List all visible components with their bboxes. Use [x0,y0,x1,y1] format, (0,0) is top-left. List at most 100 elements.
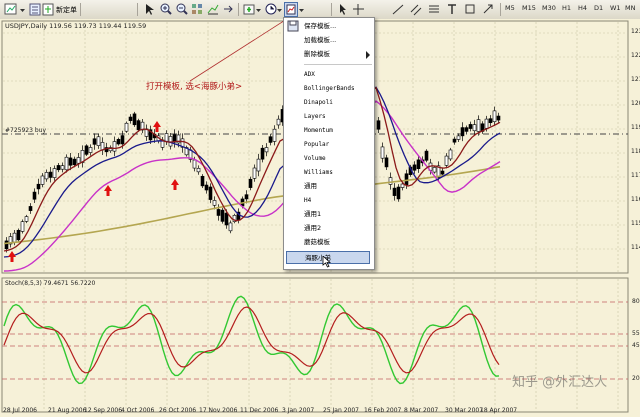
timeframe-m15[interactable]: M15 [522,4,536,12]
menu-item-load-template[interactable]: 加载模板... [304,34,372,47]
candle-body [196,168,201,173]
candle-body [264,147,269,153]
candle-body [488,118,493,124]
price-label: 116 [631,196,640,203]
cursor-icon[interactable] [143,3,155,16]
channel-icon[interactable] [410,3,422,16]
candle-body [84,145,89,155]
tile-windows-icon[interactable] [191,3,203,16]
candle-body [132,113,137,126]
candle-body [120,135,125,145]
menu-item-delete-template[interactable]: 删除模板 [304,48,372,61]
candle-body [4,240,9,250]
template-button[interactable] [284,2,298,17]
candle-body [456,135,461,140]
market-watch-icon[interactable] [29,3,41,16]
candle-body [244,194,249,200]
date-label: 12 Sep 2006 [84,407,123,414]
date-label: 30 Mar 2007 [445,407,484,414]
candle-body [260,147,265,160]
zoom-out-icon[interactable] [176,3,188,16]
candle-body [192,159,197,169]
candle-body [388,177,393,185]
chart-shift-icon[interactable] [207,3,219,16]
text-tool-icon[interactable] [446,3,458,16]
candle-body [40,175,45,185]
draw-arrow-icon[interactable] [482,3,494,16]
candle-body [452,138,457,143]
dropdown-arrow-icon[interactable] [20,3,26,16]
price-label: 121 [631,76,640,83]
menu-item-template[interactable]: Volume [304,152,372,165]
template-menu: 保存模板... 加载模板... 删除模板 ADX BollingerBands … [283,17,375,270]
candle-body [28,206,33,211]
candle-body [164,133,169,143]
auto-scroll-icon[interactable] [222,3,234,16]
candle-body [416,159,421,169]
menu-item-template[interactable]: 通用2 [304,222,372,235]
dropdown-arrow-icon[interactable] [299,3,305,16]
candle-body [252,167,257,179]
periods-clock-icon[interactable] [265,3,277,16]
candle-body [72,158,77,166]
timeframe-d1[interactable]: D1 [594,4,603,12]
candle-body [376,120,381,130]
menu-item-template[interactable]: ADX [304,68,372,81]
dropdown-arrow-icon[interactable] [277,3,283,16]
menu-item-template[interactable]: H4 [304,194,372,207]
candle-body [56,165,61,171]
candle-body [460,127,465,137]
candle-body [20,221,25,232]
indicators-icon[interactable] [243,3,255,16]
new-chart-icon[interactable] [4,3,18,16]
timeframe-h1[interactable]: H1 [562,4,571,12]
fibonacci-icon[interactable] [428,3,440,16]
arrow-cursor-icon[interactable] [338,3,348,16]
menu-item-template[interactable]: 蘑菇模板 [304,236,372,249]
candle-body [268,136,273,143]
timeframe-m30[interactable]: M30 [542,4,556,12]
menu-item-template[interactable]: BollingerBands [304,82,372,95]
candle-body [492,110,497,122]
price-label: 118 [631,148,640,155]
candle-body [476,119,481,132]
timeframe-m5[interactable]: M5 [505,4,515,12]
candle-body [464,127,469,132]
osc-label: 55 [632,330,640,337]
date-label: 11 Dec 2006 [240,407,279,414]
new-order-button[interactable]: 新定单 [56,5,77,15]
zoom-in-icon[interactable] [160,3,172,16]
candle-body [204,184,209,191]
timeframe-mn[interactable]: MN [625,4,635,12]
menu-item-template[interactable]: 通用 [304,180,372,193]
menu-item-template[interactable]: Williams [304,166,372,179]
annotation-text: 打开模板, 选<海豚小弟> [146,82,243,92]
candle-body [276,118,281,126]
candle-body [52,168,57,178]
timeframe-w1[interactable]: W1 [610,4,621,12]
candle-body [96,136,101,146]
submenu-arrow-icon [366,51,370,59]
date-label: 8 Mar 2007 [404,407,439,414]
candle-body [220,209,225,222]
new-order-icon[interactable] [42,3,54,16]
crosshair-icon[interactable] [352,3,364,16]
menu-item-template[interactable]: Momentum [304,124,372,137]
menu-item-template[interactable]: 通用1 [304,208,372,221]
price-label: 115 [631,220,640,227]
order-line-label: #725923 buy [5,127,47,134]
watermark: 知乎 @外汇达人 [512,375,608,390]
date-label: 4 Oct 2006 [121,407,155,414]
dropdown-arrow-icon[interactable] [256,3,262,16]
menu-item-template[interactable]: Popular [304,138,372,151]
trendline-icon[interactable] [392,3,404,16]
menu-item-template[interactable]: Layers [304,110,372,123]
candle-body [24,216,29,222]
price-label: 114 [631,244,640,251]
menu-item-save-template[interactable]: 保存模板... [304,20,372,33]
timeframe-h4[interactable]: H4 [578,4,587,12]
candle-body [44,172,49,180]
label-tool-icon[interactable] [464,3,476,16]
menu-item-template[interactable]: Dinapoli [304,96,372,109]
mouse-pointer-icon [322,256,332,268]
